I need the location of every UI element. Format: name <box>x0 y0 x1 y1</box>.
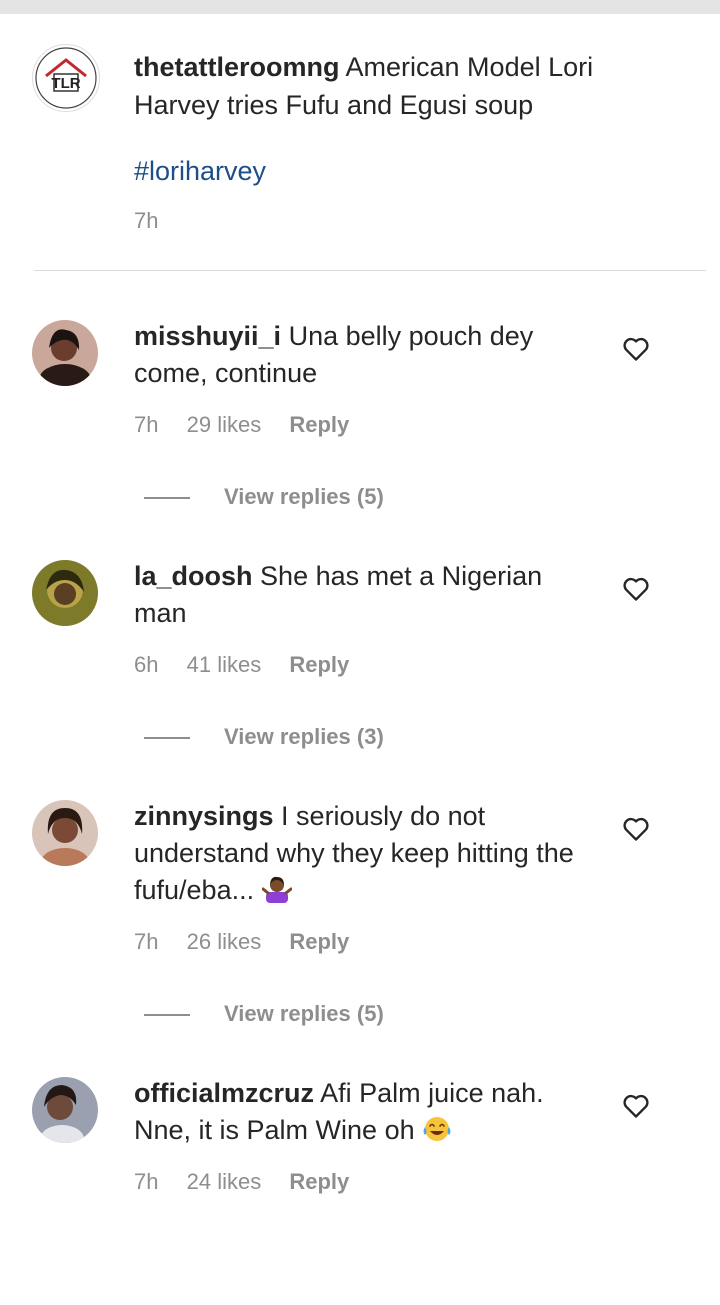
comment-likes[interactable]: 29 likes <box>187 412 262 437</box>
comment-username[interactable]: zinnysings <box>134 801 274 831</box>
comment-text: la_doosh She has met a Nigerian man <box>134 558 574 632</box>
profile-avatar-logo[interactable]: TLR <box>32 44 100 112</box>
reply-button[interactable]: Reply <box>289 652 349 677</box>
replies-line <box>144 737 190 740</box>
like-heart-icon[interactable] <box>622 576 650 602</box>
view-replies-label: View replies (5) <box>224 484 384 509</box>
logo-text: TLR <box>51 75 80 92</box>
view-replies-button[interactable]: View replies (5) <box>144 484 384 510</box>
comment-username[interactable]: officialmzcruz <box>134 1078 314 1108</box>
replies-line <box>144 1014 190 1017</box>
tattle-room-logo-icon: TLR <box>35 47 97 109</box>
view-replies-button[interactable]: View replies (3) <box>144 724 384 750</box>
reply-button[interactable]: Reply <box>289 929 349 954</box>
comment-likes[interactable]: 24 likes <box>187 1169 262 1194</box>
like-heart-icon[interactable] <box>622 816 650 842</box>
view-replies-label: View replies (3) <box>224 724 384 749</box>
reply-button[interactable]: Reply <box>289 1169 349 1194</box>
view-replies-label: View replies (5) <box>224 1001 384 1026</box>
top-bar <box>0 0 720 14</box>
face-with-tears-of-joy-emoji-icon <box>423 1117 451 1141</box>
post-timestamp: 7h <box>134 208 159 233</box>
avatar[interactable] <box>32 1077 98 1143</box>
caption-text: thetattleroomng American Model Lori Harv… <box>134 48 654 124</box>
comment-meta: 7h 24 likes Reply <box>134 1169 371 1195</box>
person-shrugging-emoji-icon <box>261 876 292 903</box>
comment-item: officialmzcruz Afi Palm juice nah. Nne, … <box>0 1075 720 1305</box>
comment-username[interactable]: misshuyii_i <box>134 321 281 351</box>
comment-time: 7h <box>134 929 159 954</box>
comment-time: 6h <box>134 652 159 677</box>
comment-text: officialmzcruz Afi Palm juice nah. Nne, … <box>134 1075 574 1149</box>
avatar[interactable] <box>32 560 98 626</box>
comment-item: la_doosh She has met a Nigerian man 6h 4… <box>0 558 720 788</box>
avatar[interactable] <box>32 800 98 866</box>
replies-line <box>144 497 190 500</box>
view-replies-button[interactable]: View replies (5) <box>144 1001 384 1027</box>
caption-divider <box>34 270 706 271</box>
avatar[interactable] <box>32 320 98 386</box>
comment-time: 7h <box>134 1169 159 1194</box>
comment-meta: 7h 29 likes Reply <box>134 412 371 438</box>
like-heart-icon[interactable] <box>622 336 650 362</box>
comment-likes[interactable]: 26 likes <box>187 929 262 954</box>
comment-item: misshuyii_i Una belly pouch dey come, co… <box>0 318 720 548</box>
comment-text: zinnysings I seriously do not understand… <box>134 798 574 909</box>
comment-likes[interactable]: 41 likes <box>187 652 262 677</box>
comment-meta: 6h 41 likes Reply <box>134 652 371 678</box>
comment-text: misshuyii_i Una belly pouch dey come, co… <box>134 318 574 392</box>
comment-item: zinnysings I seriously do not understand… <box>0 798 720 1028</box>
comment-time: 7h <box>134 412 159 437</box>
comment-meta: 7h 26 likes Reply <box>134 929 371 955</box>
reply-button[interactable]: Reply <box>289 412 349 437</box>
comment-username[interactable]: la_doosh <box>134 561 253 591</box>
post-username[interactable]: thetattleroomng <box>134 52 340 82</box>
like-heart-icon[interactable] <box>622 1093 650 1119</box>
hashtag-link[interactable]: #loriharvey <box>134 156 266 187</box>
